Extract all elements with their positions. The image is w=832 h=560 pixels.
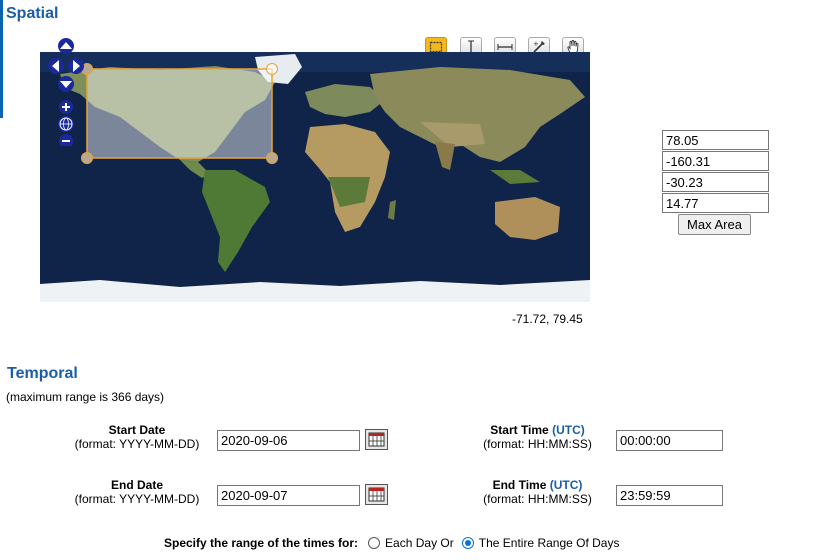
entire-range-radio[interactable] [461, 537, 474, 549]
entire-range-label[interactable]: The Entire Range Of Days [479, 536, 620, 550]
svg-text:+: + [533, 40, 539, 48]
start-time-label: Start Time (UTC) (format: HH:MM:SS) [483, 423, 592, 451]
east-coordinate-input[interactable] [662, 193, 769, 213]
time-range-question: Specify the range of the times for: [164, 536, 359, 550]
spatial-section-title: Spatial [6, 5, 59, 22]
end-time-input[interactable] [616, 485, 723, 506]
west-coordinate-input[interactable] [662, 151, 769, 171]
left-accent-bar [0, 0, 3, 118]
map-navigation-control[interactable] [48, 38, 84, 146]
world-map[interactable] [40, 52, 590, 302]
end-time-label: End Time (UTC) (format: HH:MM:SS) [483, 478, 592, 506]
each-day-label[interactable]: Each Day Or [385, 536, 454, 550]
max-range-note: (maximum range is 366 days) [6, 390, 165, 404]
start-date-calendar-icon[interactable] [365, 429, 388, 450]
start-date-label: Start Date (format: YYYY-MM-DD) [74, 423, 200, 451]
temporal-section-title: Temporal [7, 365, 78, 382]
time-range-option-row: Specify the range of the times for: Each… [164, 536, 619, 550]
south-coordinate-input[interactable] [662, 172, 769, 192]
each-day-radio[interactable] [368, 537, 381, 549]
cursor-coordinate-readout: -71.72, 79.45 [512, 312, 583, 326]
end-date-calendar-icon[interactable] [365, 484, 388, 505]
north-coordinate-input[interactable] [662, 130, 769, 150]
start-time-input[interactable] [616, 430, 723, 451]
start-date-input[interactable] [217, 430, 360, 451]
end-date-label: End Date (format: YYYY-MM-DD) [74, 478, 200, 506]
end-date-input[interactable] [217, 485, 360, 506]
max-area-button[interactable]: Max Area [678, 214, 751, 235]
